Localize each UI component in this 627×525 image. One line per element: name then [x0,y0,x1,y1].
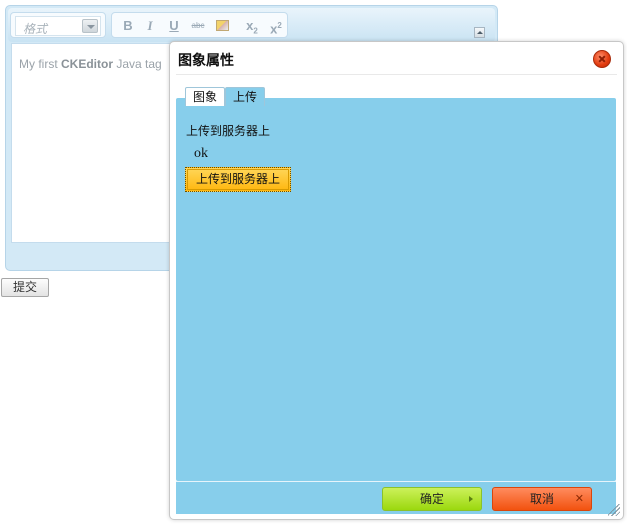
upload-label: 上传到服务器上 [186,124,271,138]
chevron-down-icon[interactable] [82,19,98,33]
strikethrough-button[interactable]: abc [188,16,208,36]
subscript-mark: 2 [253,26,258,36]
dialog-title[interactable]: 图象属性 [178,50,234,70]
editor-text-suffix: Java tag [113,57,162,71]
ok-button[interactable]: 确定 [382,487,482,511]
remove-format-icon[interactable] [212,16,232,36]
italic-button[interactable]: I [140,16,160,36]
editor-toolbar: 格式 B I U abc x2 x2 [8,8,495,42]
tab-image[interactable]: 图象 [185,87,225,106]
ok-button-label: 确定 [419,492,444,506]
arrow-right-icon [469,496,473,502]
editor-text: My first CKEditor Java tag [19,57,162,71]
resize-grip-icon[interactable] [608,504,620,516]
cancel-button-label: 取消 [529,492,554,506]
superscript-button[interactable]: x2 [266,16,286,36]
close-small-icon: ✕ [574,492,584,505]
submit-button[interactable]: 提交 [1,278,49,297]
upload-panel: 上传到服务器上 ok 上传到服务器上 [176,98,616,481]
close-icon[interactable] [593,50,611,68]
dialog-footer: 确定 取消 ✕ [176,481,616,514]
upload-status-text: ok [194,146,208,161]
tab-upload[interactable]: 上传 [225,87,265,106]
superscript-mark: 2 [277,21,282,30]
title-divider [176,74,617,75]
format-select-label: 格式 [23,22,48,36]
cancel-button[interactable]: 取消 ✕ [492,487,592,511]
upload-to-server-button[interactable]: 上传到服务器上 [185,167,291,192]
editor-text-bold: CKEditor [61,57,113,71]
format-group: 格式 [10,12,106,38]
editor-text-prefix: My first [19,57,61,71]
style-group: B I U abc x2 x2 [111,12,288,38]
image-properties-dialog: 图象属性 上传到服务器上 ok 上传到服务器上 图象 上传 确定 取消 ✕ [169,41,624,520]
collapse-toolbar-icon[interactable] [474,27,485,38]
format-select[interactable]: 格式 [15,16,101,36]
subscript-button[interactable]: x2 [242,16,262,36]
underline-button[interactable]: U [164,16,184,36]
bold-button[interactable]: B [118,16,138,36]
